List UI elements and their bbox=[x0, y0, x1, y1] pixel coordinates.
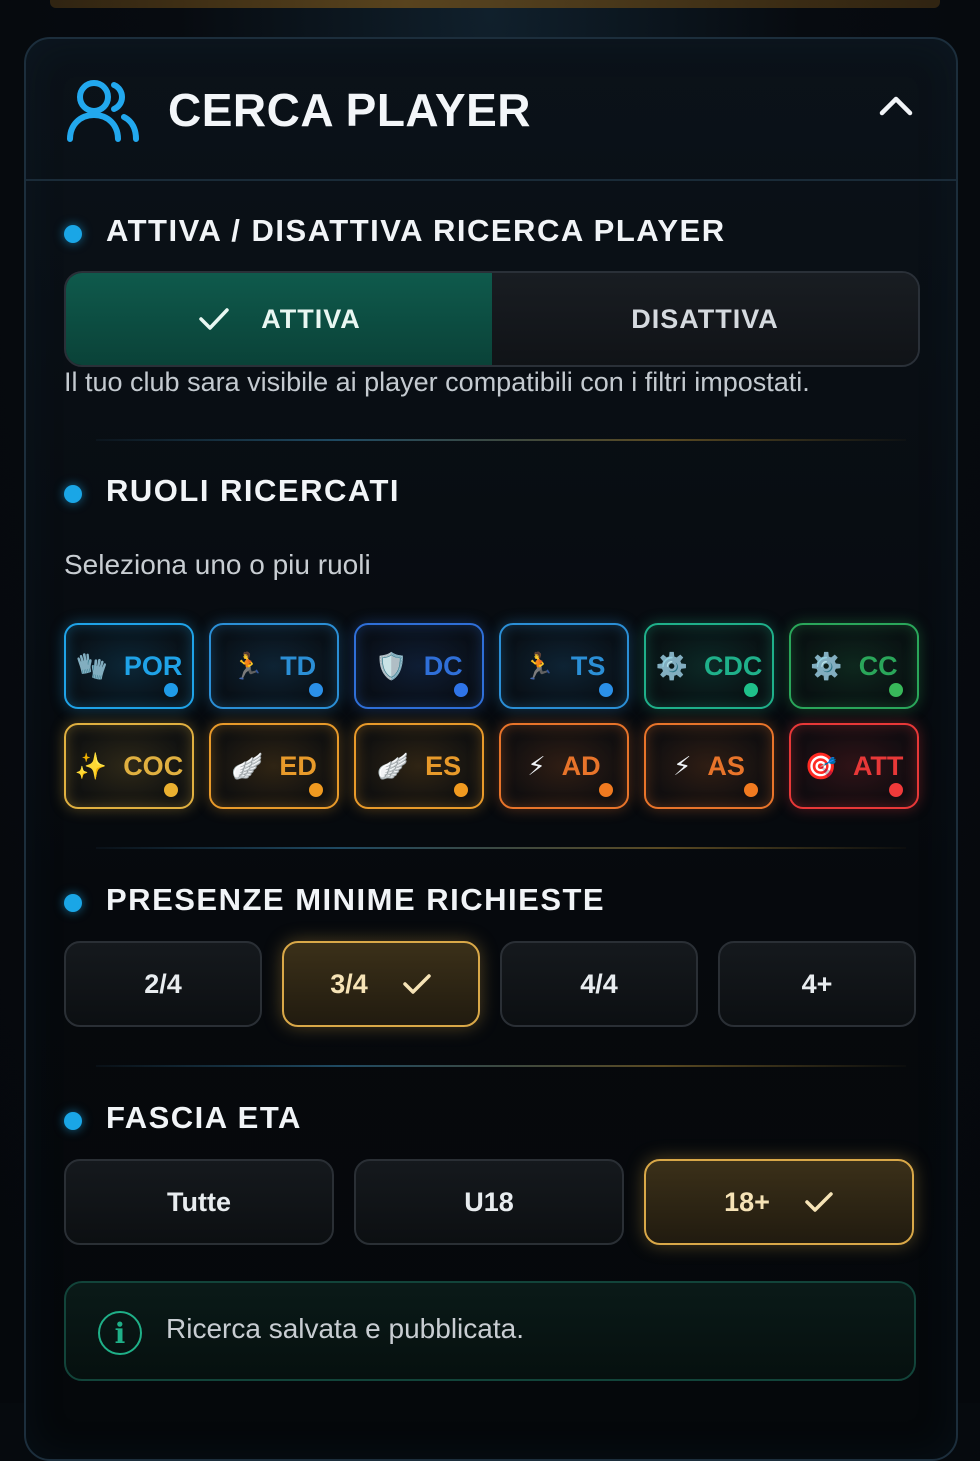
toggle-on-label: ATTIVA bbox=[261, 303, 361, 334]
sparkles-icon: ✨ bbox=[74, 751, 108, 781]
section-bullet bbox=[64, 1112, 82, 1130]
section-title-toggle: ATTIVA / DISATTIVA RICERCA PLAYER bbox=[106, 213, 726, 248]
target-icon: 🎯 bbox=[804, 751, 837, 781]
presence-option[interactable]: 4/4 bbox=[500, 941, 698, 1027]
option-label: 2/4 bbox=[144, 968, 182, 999]
role-status-dot bbox=[164, 683, 178, 697]
option-label: 4+ bbox=[801, 968, 833, 999]
roles-subtitle: Seleziona uno o piu ruoli bbox=[64, 549, 371, 580]
role-label: POR bbox=[123, 650, 183, 681]
divider bbox=[96, 1065, 906, 1067]
role-label: TS bbox=[570, 650, 606, 681]
lightning-icon: ⚡ bbox=[673, 751, 692, 781]
toggle-on-button[interactable]: ATTIVA bbox=[66, 273, 492, 365]
option-label: 3/4 bbox=[330, 968, 368, 999]
info-message: Ricerca salvata e pubblicata. bbox=[166, 1313, 524, 1344]
divider bbox=[96, 847, 906, 849]
age-option[interactable]: Tutte bbox=[64, 1159, 334, 1245]
wing-icon: 🪽 bbox=[231, 751, 264, 781]
role-por-button[interactable]: 🧤 POR bbox=[64, 623, 194, 709]
option-label: U18 bbox=[464, 1186, 514, 1217]
role-es-button[interactable]: 🪽 ES bbox=[354, 723, 484, 809]
shield-icon: 🛡️ bbox=[375, 651, 408, 681]
search-player-panel: CERCA PLAYER ATTIVA / DISATTIVA RICERCA … bbox=[24, 37, 958, 1461]
role-status-dot bbox=[454, 783, 468, 797]
section-bullet bbox=[64, 225, 82, 243]
role-cc-button[interactable]: ⚙️ CC bbox=[789, 623, 919, 709]
top-decor-bar bbox=[50, 0, 940, 8]
presence-options: 2/4 3/4 4/4 4+ bbox=[64, 941, 916, 1027]
role-status-dot bbox=[744, 783, 758, 797]
wing-icon: 🪽 bbox=[376, 751, 410, 781]
role-status-dot bbox=[309, 683, 323, 697]
presence-option[interactable]: 2/4 bbox=[64, 941, 262, 1027]
role-td-button[interactable]: 🏃 TD bbox=[209, 623, 339, 709]
runner-icon: 🏃 bbox=[231, 651, 265, 681]
role-status-dot bbox=[889, 683, 903, 697]
toggle-off-button[interactable]: DISATTIVA bbox=[492, 273, 918, 365]
section-title-roles: RUOLI RICERCATI bbox=[106, 473, 401, 508]
role-att-button[interactable]: 🎯 ATT bbox=[789, 723, 919, 809]
section-title-presence: PRESENZE MINIME RICHIESTE bbox=[106, 882, 606, 917]
age-options: Tutte U18 18+ bbox=[64, 1159, 914, 1245]
presence-option[interactable]: 4+ bbox=[718, 941, 916, 1027]
age-option[interactable]: U18 bbox=[354, 1159, 624, 1245]
chevron-up-icon[interactable] bbox=[876, 91, 916, 121]
role-as-button[interactable]: ⚡ AS bbox=[644, 723, 774, 809]
option-label: Tutte bbox=[167, 1186, 231, 1217]
role-label: DC bbox=[423, 650, 463, 681]
role-label: CDC bbox=[703, 650, 763, 681]
role-dc-button[interactable]: 🛡️ DC bbox=[354, 623, 484, 709]
users-icon bbox=[67, 80, 139, 142]
role-status-dot bbox=[889, 783, 903, 797]
panel-header[interactable]: CERCA PLAYER bbox=[26, 39, 956, 181]
gear-icon: ⚙️ bbox=[810, 651, 843, 681]
runner-icon: 🏃 bbox=[522, 651, 555, 681]
gloves-icon: 🧤 bbox=[75, 651, 108, 681]
search-toggle: ATTIVA DISATTIVA bbox=[64, 271, 920, 367]
role-ed-button[interactable]: 🪽 ED bbox=[209, 723, 339, 809]
role-ts-button[interactable]: 🏃 TS bbox=[499, 623, 629, 709]
age-option[interactable]: 18+ bbox=[644, 1159, 914, 1245]
info-banner: i Ricerca salvata e pubblicata. bbox=[64, 1281, 916, 1381]
role-coc-button[interactable]: ✨ COC bbox=[64, 723, 194, 809]
option-label: 18+ bbox=[724, 1186, 770, 1217]
role-status-dot bbox=[599, 783, 613, 797]
role-label: AS bbox=[707, 750, 745, 781]
role-label: CC bbox=[858, 650, 898, 681]
info-icon: i bbox=[98, 1311, 142, 1355]
check-icon bbox=[805, 1192, 833, 1212]
role-label: ATT bbox=[852, 750, 904, 781]
role-label: ES bbox=[425, 750, 462, 781]
section-title-age: FASCIA ETA bbox=[106, 1100, 302, 1135]
gear-icon: ⚙️ bbox=[655, 651, 688, 681]
page-title: CERCA PLAYER bbox=[168, 84, 531, 136]
role-status-dot bbox=[309, 783, 323, 797]
role-ad-button[interactable]: ⚡ AD bbox=[499, 723, 629, 809]
roles-grid: 🧤 POR 🏃 TD 🛡️ DC 🏃 TS ⚙️ CDC ⚙️ CC ✨ COC 🪽 ED 🪽 ES ⚡ AD ⚡ AS 🎯… bbox=[64, 623, 919, 809]
role-label: COC bbox=[123, 750, 184, 781]
toggle-description: Il tuo club sara visibile ai player comp… bbox=[64, 367, 810, 397]
role-label: AD bbox=[561, 750, 601, 781]
section-bullet bbox=[64, 894, 82, 912]
lightning-icon: ⚡ bbox=[527, 751, 546, 781]
check-icon bbox=[403, 974, 431, 994]
check-icon bbox=[199, 308, 229, 330]
role-status-dot bbox=[599, 683, 613, 697]
role-cdc-button[interactable]: ⚙️ CDC bbox=[644, 623, 774, 709]
section-bullet bbox=[64, 485, 82, 503]
role-label: TD bbox=[280, 650, 317, 681]
role-status-dot bbox=[164, 783, 178, 797]
divider bbox=[96, 439, 906, 441]
role-label: ED bbox=[279, 750, 317, 781]
option-label: 4/4 bbox=[580, 968, 618, 999]
role-status-dot bbox=[744, 683, 758, 697]
presence-option[interactable]: 3/4 bbox=[282, 941, 480, 1027]
role-status-dot bbox=[454, 683, 468, 697]
